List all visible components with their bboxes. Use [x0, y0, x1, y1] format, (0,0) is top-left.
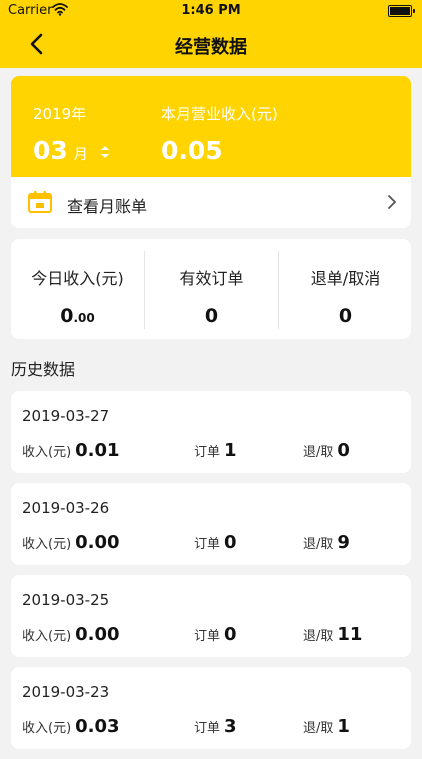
history-record-card[interactable]: 2019-03-23 收入(元) 0.03 订单 3 退/取 1 — [11, 667, 411, 749]
history-record-card[interactable]: 2019-03-26 收入(元) 0.00 订单 0 退/取 9 — [11, 483, 411, 565]
record-refund: 退/取 11 — [303, 624, 363, 645]
calendar-icon — [28, 191, 52, 213]
chevron-right-icon — [388, 195, 396, 209]
monthly-income-value: 0.05 — [161, 136, 223, 165]
history-heading: 历史数据 — [11, 360, 76, 379]
record-income: 收入(元) 0.03 — [22, 716, 120, 737]
refund-cancel-stat: 退单/取消 0 — [279, 239, 412, 339]
status-time: 1:46 PM — [181, 3, 241, 18]
page-title: 经营数据 — [175, 37, 247, 58]
view-monthly-bill-row[interactable]: 查看月账单 — [11, 177, 411, 228]
record-refund: 退/取 9 — [303, 532, 350, 553]
history-record-card[interactable]: 2019-03-25 收入(元) 0.00 订单 0 退/取 11 — [11, 575, 411, 657]
monthly-summary-header: 2019年 03 月 本月营业收入(元) 0.05 — [11, 76, 411, 177]
monthly-summary-card: 2019年 03 月 本月营业收入(元) 0.05 查看月账单 — [11, 76, 411, 228]
record-date: 2019-03-26 — [22, 499, 110, 517]
year-label: 2019年 — [33, 105, 87, 123]
month-selector[interactable]: 03 月 — [33, 136, 111, 165]
record-orders: 订单 0 — [194, 624, 237, 645]
record-income: 收入(元) 0.00 — [22, 624, 120, 645]
month-unit: 月 — [73, 147, 88, 163]
record-orders: 订单 1 — [194, 440, 237, 461]
record-income: 收入(元) 0.01 — [22, 440, 120, 461]
valid-orders-value: 0 — [204, 305, 219, 327]
record-refund: 退/取 1 — [303, 716, 350, 737]
today-income-stat: 今日收入(元) 0.00 — [11, 239, 144, 339]
history-record-card[interactable]: 2019-03-27 收入(元) 0.01 订单 1 退/取 0 — [11, 391, 411, 473]
history-list: 2019-03-27 收入(元) 0.01 订单 1 退/取 0 2019-03-26… — [11, 391, 411, 759]
record-orders: 订单 0 — [194, 532, 237, 553]
record-refund: 退/取 0 — [303, 440, 350, 461]
today-income-value: 0.00 — [60, 305, 95, 327]
record-date: 2019-03-27 — [22, 407, 110, 425]
valid-orders-stat: 有效订单 0 — [145, 239, 278, 339]
record-income: 收入(元) 0.00 — [22, 532, 120, 553]
valid-orders-label: 有效订单 — [179, 269, 244, 288]
today-income-label: 今日收入(元) — [31, 269, 124, 288]
refund-cancel-label: 退单/取消 — [310, 269, 381, 288]
battery-icon — [388, 5, 415, 17]
header-bar: Carrier 1:46 PM 经营数据 — [0, 0, 422, 68]
month-value: 03 — [33, 136, 68, 165]
up-down-arrow-icon — [100, 145, 109, 158]
record-date: 2019-03-23 — [22, 683, 110, 701]
view-monthly-bill-label: 查看月账单 — [67, 197, 148, 216]
record-orders: 订单 3 — [194, 716, 237, 737]
today-stats-card: 今日收入(元) 0.00 有效订单 0 退单/取消 0 — [11, 239, 411, 339]
status-bar: Carrier 1:46 PM — [0, 0, 422, 22]
monthly-income-label: 本月营业收入(元) — [161, 105, 278, 123]
record-date: 2019-03-25 — [22, 591, 110, 609]
refund-cancel-value: 0 — [338, 305, 353, 327]
